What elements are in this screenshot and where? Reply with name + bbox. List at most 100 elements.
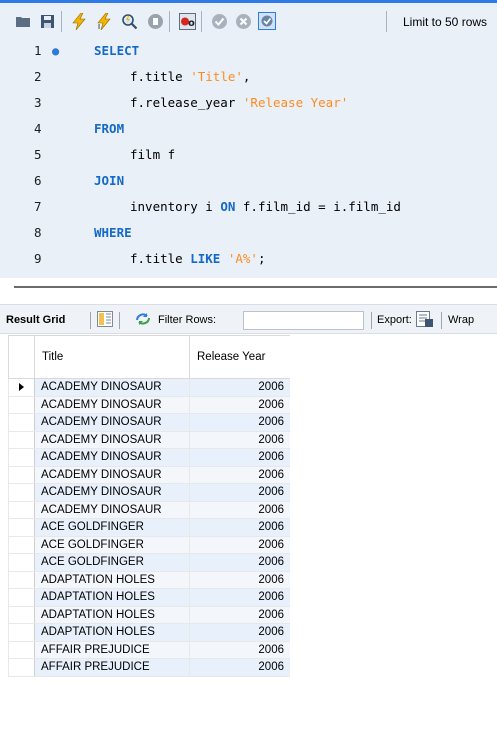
toggle-errors-icon[interactable]: o — [178, 12, 196, 30]
line-number: 3 — [34, 95, 42, 110]
result-grid[interactable]: Title Release Year ACADEMY DINOSAUR 2006 A… — [8, 335, 290, 732]
cell-release-year[interactable]: 2006 — [189, 623, 290, 642]
cell-release-year[interactable]: 2006 — [189, 570, 290, 589]
table-row[interactable]: ACADEMY DINOSAUR 2006 — [8, 483, 290, 502]
code-line[interactable]: 7 inventory i ON f.film_id = i.film_id — [0, 194, 497, 220]
table-row[interactable]: ACADEMY DINOSAUR 2006 — [8, 395, 290, 414]
wrap-cell-content-label[interactable]: Wrap — [448, 312, 474, 328]
cell-title[interactable]: ACE GOLDFINGER — [34, 553, 190, 572]
cell-release-year[interactable]: 2006 — [189, 658, 290, 677]
cell-release-year[interactable]: 2006 — [189, 448, 290, 467]
cell-title[interactable]: ACE GOLDFINGER — [34, 518, 190, 537]
row-indicator[interactable] — [8, 413, 35, 432]
result-grid-tab[interactable]: Result Grid — [6, 312, 65, 328]
cell-release-year[interactable]: 2006 — [189, 378, 290, 397]
table-row[interactable]: ADAPTATION HOLES 2006 — [8, 605, 290, 624]
cell-title[interactable]: ACADEMY DINOSAUR — [34, 395, 190, 414]
cell-title[interactable]: ADAPTATION HOLES — [34, 623, 190, 642]
cell-title[interactable]: ADAPTATION HOLES — [34, 570, 190, 589]
commit-check-icon[interactable] — [210, 12, 228, 30]
code-line[interactable]: 3 f.release_year 'Release Year' — [0, 90, 497, 116]
row-indicator[interactable] — [8, 623, 35, 642]
cell-release-year[interactable]: 2006 — [189, 395, 290, 414]
cell-release-year[interactable]: 2006 — [189, 518, 290, 537]
code-line[interactable]: 8 WHERE — [0, 220, 497, 246]
filter-rows-input[interactable] — [243, 311, 364, 330]
row-indicator[interactable] — [8, 640, 35, 659]
code-line[interactable]: 5 film f — [0, 142, 497, 168]
row-indicator[interactable] — [8, 500, 35, 519]
cell-release-year[interactable]: 2006 — [189, 588, 290, 607]
table-row[interactable]: ACADEMY DINOSAUR 2006 — [8, 413, 290, 432]
table-row[interactable]: ACE GOLDFINGER 2006 — [8, 553, 290, 572]
row-indicator[interactable] — [8, 570, 35, 589]
table-row[interactable]: ADAPTATION HOLES 2006 — [8, 623, 290, 642]
cell-release-year[interactable]: 2006 — [189, 500, 290, 519]
autocommit-icon[interactable] — [258, 12, 276, 30]
table-row[interactable]: ACE GOLDFINGER 2006 — [8, 518, 290, 537]
row-indicator[interactable] — [8, 448, 35, 467]
rollback-icon[interactable] — [234, 12, 252, 30]
open-folder-icon[interactable] — [14, 12, 32, 30]
row-indicator[interactable] — [8, 378, 35, 397]
export-icon[interactable] — [416, 311, 434, 333]
cell-title[interactable]: ACADEMY DINOSAUR — [34, 378, 190, 397]
row-indicator[interactable] — [8, 588, 35, 607]
cell-title[interactable]: AFFAIR PREJUDICE — [34, 640, 190, 659]
table-row[interactable]: ACADEMY DINOSAUR 2006 — [8, 465, 290, 484]
cell-release-year[interactable]: 2006 — [189, 483, 290, 502]
table-row[interactable]: ACADEMY DINOSAUR 2006 — [8, 448, 290, 467]
cell-release-year[interactable]: 2006 — [189, 430, 290, 449]
table-row[interactable]: AFFAIR PREJUDICE 2006 — [8, 658, 290, 677]
row-indicator[interactable] — [8, 535, 35, 554]
explain-magnifier-icon[interactable] — [120, 12, 138, 30]
row-indicator[interactable] — [8, 518, 35, 537]
cell-title[interactable]: ACADEMY DINOSAUR — [34, 430, 190, 449]
table-row[interactable]: ACADEMY DINOSAUR 2006 — [8, 378, 290, 397]
table-row[interactable]: AFFAIR PREJUDICE 2006 — [8, 640, 290, 659]
table-row[interactable]: ACADEMY DINOSAUR 2006 — [8, 500, 290, 519]
cell-release-year[interactable]: 2006 — [189, 553, 290, 572]
execute-lightning-icon[interactable] — [70, 12, 88, 30]
row-indicator[interactable] — [8, 658, 35, 677]
column-header-title[interactable]: Title — [34, 335, 190, 379]
table-row[interactable]: ACE GOLDFINGER 2006 — [8, 535, 290, 554]
cell-title[interactable]: ADAPTATION HOLES — [34, 588, 190, 607]
column-header-release-year[interactable]: Release Year — [189, 335, 290, 379]
row-indicator[interactable] — [8, 553, 35, 572]
cell-title[interactable]: ACADEMY DINOSAUR — [34, 413, 190, 432]
cell-release-year[interactable]: 2006 — [189, 535, 290, 554]
row-indicator[interactable] — [8, 395, 35, 414]
limit-rows-select[interactable]: Limit to 50 rows — [395, 12, 497, 32]
save-icon[interactable] — [38, 12, 56, 30]
table-row[interactable]: ACADEMY DINOSAUR 2006 — [8, 430, 290, 449]
cell-title[interactable]: ACADEMY DINOSAUR — [34, 500, 190, 519]
cell-title[interactable]: ACE GOLDFINGER — [34, 535, 190, 554]
stop-icon[interactable] — [146, 12, 164, 30]
cell-release-year[interactable]: 2006 — [189, 640, 290, 659]
pane-splitter[interactable] — [0, 278, 497, 296]
table-row[interactable]: ADAPTATION HOLES 2006 — [8, 588, 290, 607]
cell-title[interactable]: ADAPTATION HOLES — [34, 605, 190, 624]
refresh-arrows-icon[interactable] — [134, 311, 152, 332]
row-indicator[interactable] — [8, 483, 35, 502]
cell-title[interactable]: AFFAIR PREJUDICE — [34, 658, 190, 677]
code-line[interactable]: 9 f.title LIKE 'A%'; — [0, 246, 497, 272]
cell-release-year[interactable]: 2006 — [189, 605, 290, 624]
grid-layout-icon[interactable] — [97, 311, 113, 332]
cell-title[interactable]: ACADEMY DINOSAUR — [34, 448, 190, 467]
code-line[interactable]: 6 JOIN — [0, 168, 497, 194]
execute-current-lightning-icon[interactable]: I — [95, 12, 113, 30]
cell-release-year[interactable]: 2006 — [189, 413, 290, 432]
table-row[interactable]: ADAPTATION HOLES 2006 — [8, 570, 290, 589]
code-line[interactable]: 2 f.title 'Title', — [0, 64, 497, 90]
code-line[interactable]: 1 ● SELECT — [0, 38, 497, 64]
cell-title[interactable]: ACADEMY DINOSAUR — [34, 465, 190, 484]
cell-release-year[interactable]: 2006 — [189, 465, 290, 484]
row-indicator[interactable] — [8, 465, 35, 484]
cell-title[interactable]: ACADEMY DINOSAUR — [34, 483, 190, 502]
row-indicator[interactable] — [8, 430, 35, 449]
code-line[interactable]: 4 FROM — [0, 116, 497, 142]
row-indicator[interactable] — [8, 605, 35, 624]
sql-editor[interactable]: 1 ● SELECT 2 f.title 'Title', 3 f.release_year… — [0, 38, 497, 278]
